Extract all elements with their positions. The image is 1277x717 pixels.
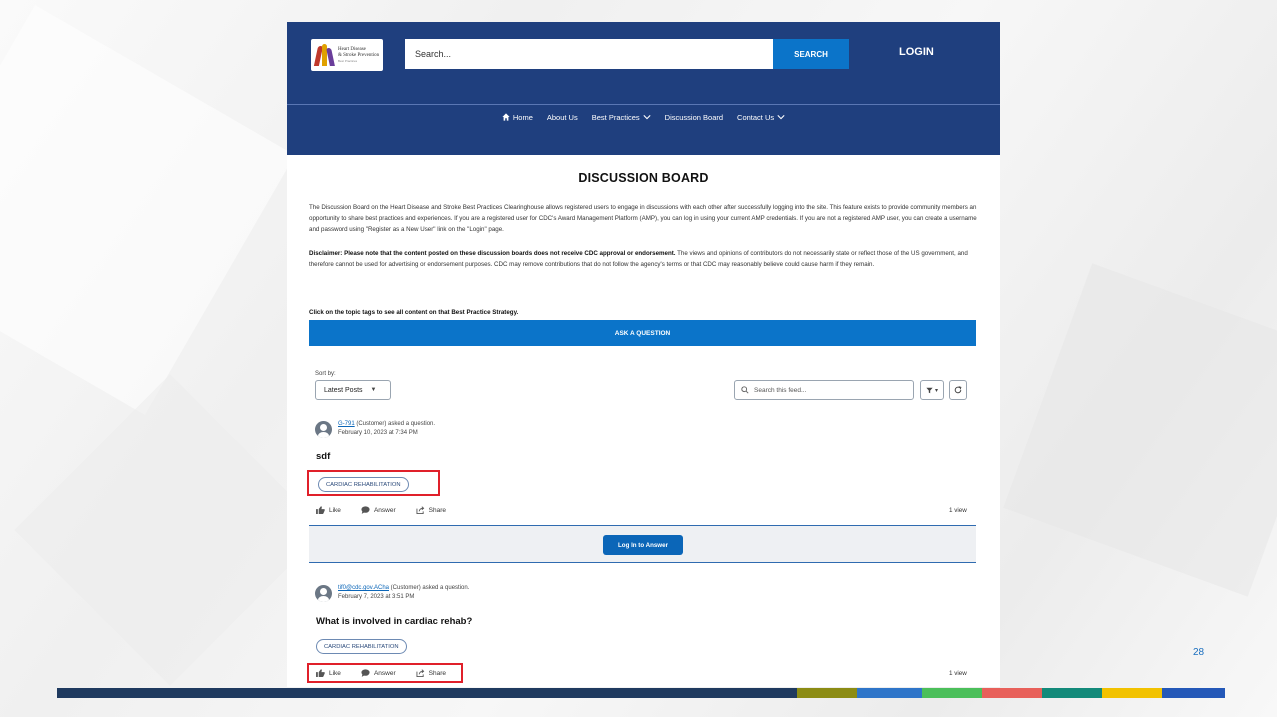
log-in-to-answer-button[interactable]: Log In to Answer bbox=[603, 535, 683, 555]
topic-tag-cardiac-rehabilitation[interactable]: CARDIAC REHABILITATION bbox=[316, 639, 407, 654]
post-author-role: (Customer) asked a question. bbox=[389, 585, 470, 591]
disclaimer-bold: Disclaimer: Please note that the content… bbox=[309, 250, 676, 257]
share-icon bbox=[416, 506, 424, 514]
nav-label-discussion-board: Discussion Board bbox=[664, 112, 724, 122]
post-date: February 7, 2023 at 3:51 PM bbox=[338, 594, 415, 600]
post-meta: tif0@cdc.gov.ACha (Customer) asked a que… bbox=[338, 584, 469, 602]
background-shape bbox=[0, 5, 295, 415]
refresh-button[interactable] bbox=[949, 380, 967, 400]
page-title: DISCUSSION BOARD bbox=[578, 171, 709, 185]
nav-label-contact-us: Contact Us bbox=[737, 112, 775, 122]
chevron-down-icon bbox=[777, 115, 785, 120]
like-button[interactable]: Like bbox=[316, 506, 341, 514]
website-screenshot: Heart Disease & Stroke Prevention Best P… bbox=[287, 22, 1000, 687]
view-count: 1 view bbox=[949, 507, 967, 514]
ask-question-button[interactable]: ASK A QUESTION bbox=[309, 320, 976, 346]
topic-hint: Click on the topic tags to see all conte… bbox=[309, 309, 519, 316]
nav-label-home: Home bbox=[512, 112, 533, 122]
answer-bar: Log In to Answer bbox=[309, 525, 976, 563]
answer-label: Answer bbox=[373, 506, 396, 514]
slide-color-bar bbox=[57, 688, 1225, 698]
thumbs-up-icon bbox=[316, 506, 325, 514]
share-button[interactable]: Share bbox=[416, 506, 446, 514]
sort-value: Latest Posts bbox=[324, 386, 363, 394]
logo-mark-icon bbox=[313, 44, 335, 66]
color-bar-segment bbox=[1102, 688, 1162, 698]
highlight-box bbox=[307, 470, 440, 496]
nav-item-home[interactable]: Home bbox=[502, 113, 533, 122]
background-shape bbox=[1003, 263, 1277, 597]
disclaimer-text: Disclaimer: Please note that the content… bbox=[309, 248, 979, 270]
post-date: February 10, 2023 at 7:34 PM bbox=[338, 430, 418, 436]
filter-icon bbox=[926, 387, 933, 393]
sort-label: Sort by: bbox=[315, 371, 336, 377]
site-header: Heart Disease & Stroke Prevention Best P… bbox=[287, 22, 1000, 155]
sort-dropdown[interactable]: Latest Posts ▼ bbox=[315, 380, 391, 400]
color-bar-segment bbox=[857, 688, 922, 698]
search-icon bbox=[741, 386, 749, 394]
color-bar-segment bbox=[57, 688, 797, 698]
post-meta: G-791 (Customer) asked a question. Febru… bbox=[338, 420, 435, 438]
intro-text: The Discussion Board on the Heart Diseas… bbox=[309, 204, 977, 233]
background-shape bbox=[14, 374, 326, 686]
chat-bubble-icon bbox=[361, 506, 370, 514]
caret-down-icon: ▼ bbox=[370, 387, 377, 393]
nav-label-about-us: About Us bbox=[546, 112, 578, 122]
nav-label-best-practices: Best Practices bbox=[591, 112, 640, 122]
answer-button[interactable]: Answer bbox=[361, 506, 396, 514]
slide-page-number: 28 bbox=[1193, 647, 1205, 658]
post-title[interactable]: What is involved in cardiac rehab? bbox=[316, 616, 472, 627]
post-author-role: (Customer) asked a question. bbox=[354, 421, 436, 427]
search-button[interactable]: SEARCH bbox=[773, 39, 849, 69]
caret-down-icon: ▾ bbox=[934, 387, 938, 394]
nav-item-best-practices[interactable]: Best Practices bbox=[592, 113, 651, 122]
post-author-link[interactable]: tif0@cdc.gov.ACha bbox=[338, 585, 389, 591]
highlight-box bbox=[307, 663, 463, 683]
color-bar-segment bbox=[1042, 688, 1102, 698]
color-bar-segment bbox=[797, 688, 857, 698]
post-title[interactable]: sdf bbox=[316, 451, 330, 462]
feed-search-box bbox=[734, 380, 914, 400]
refresh-icon bbox=[954, 386, 962, 394]
share-label: Share bbox=[428, 506, 446, 514]
nav-item-discussion-board[interactable]: Discussion Board bbox=[665, 113, 723, 122]
feed-search-input[interactable] bbox=[754, 386, 904, 394]
post-author-link[interactable]: G-791 bbox=[338, 421, 355, 427]
color-bar-segment bbox=[922, 688, 982, 698]
home-icon bbox=[502, 113, 510, 121]
site-search-input[interactable] bbox=[405, 39, 773, 69]
like-label: Like bbox=[329, 506, 341, 514]
nav-item-contact-us[interactable]: Contact Us bbox=[737, 113, 785, 122]
logo-text: Heart Disease & Stroke Prevention Best P… bbox=[338, 47, 379, 63]
color-bar-segment bbox=[1162, 688, 1225, 698]
site-logo[interactable]: Heart Disease & Stroke Prevention Best P… bbox=[311, 39, 383, 71]
logo-tagline: Best Practices bbox=[338, 59, 358, 63]
login-link[interactable]: LOGIN bbox=[899, 46, 934, 58]
user-avatar-icon[interactable] bbox=[315, 585, 332, 602]
chevron-down-icon bbox=[643, 115, 651, 120]
view-count: 1 view bbox=[949, 670, 967, 677]
nav-item-about-us[interactable]: About Us bbox=[547, 113, 578, 122]
post-actions: Like Answer Share bbox=[316, 506, 446, 514]
main-nav: Home About Us Best Practices Discussion … bbox=[287, 105, 1000, 129]
color-bar-segment bbox=[982, 688, 1042, 698]
filter-button[interactable]: ▾ bbox=[920, 380, 944, 400]
user-avatar-icon[interactable] bbox=[315, 421, 332, 438]
